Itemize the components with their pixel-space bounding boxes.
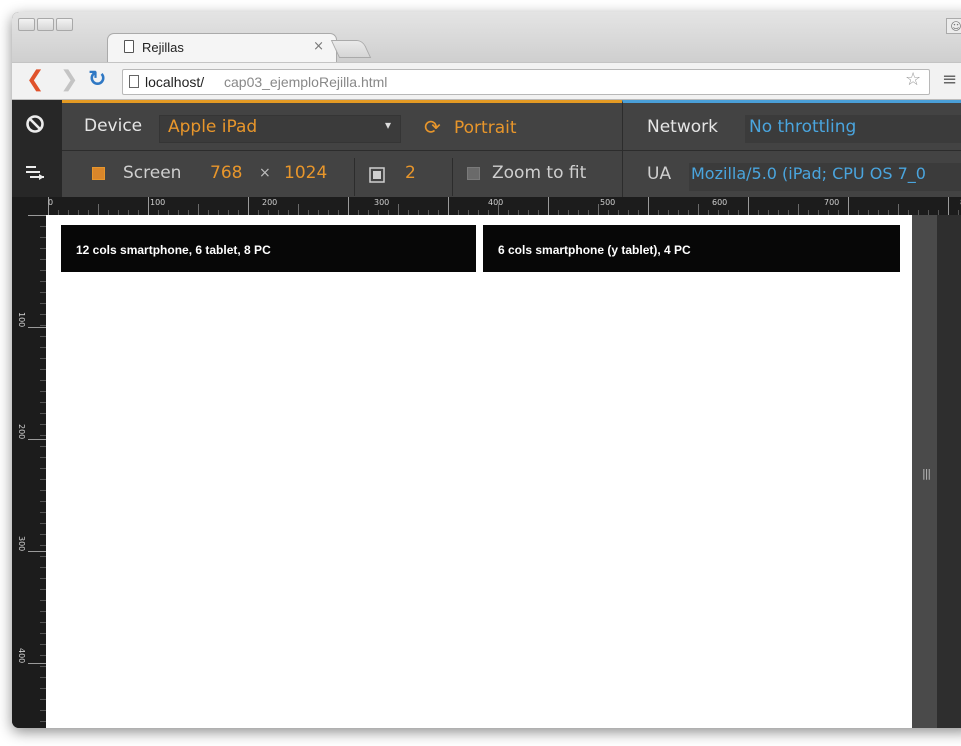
url-path: cap03_ejemploRejilla.html: [224, 74, 388, 90]
ruler-tick-label: 600: [712, 198, 728, 207]
device-select[interactable]: Apple iPad ▾: [159, 115, 401, 143]
tab-strip: Rejillas × ☺: [12, 12, 961, 62]
network-label: Network: [647, 117, 718, 137]
ruler-tick-label: 300: [374, 198, 390, 207]
screen-height-field[interactable]: 1024: [284, 163, 327, 183]
browser-window: Rejillas × ☺ ❮ ❯ ↻ localhost/ cap03_ejem…: [12, 12, 961, 728]
orientation-button[interactable]: Portrait: [454, 118, 517, 138]
disable-emulation-icon[interactable]: [25, 114, 45, 134]
network-settings-panel: Network No throttling UA Mozilla/5.0 (iP…: [622, 100, 961, 197]
ruler-tick-label: 400: [488, 198, 504, 207]
page-icon: [129, 75, 139, 88]
ruler-tick-label: 100: [150, 198, 166, 207]
zoom-to-fit-label: Zoom to fit: [492, 163, 587, 183]
separator: [354, 158, 355, 196]
screen-checkbox[interactable]: [92, 167, 105, 180]
bookmark-star-icon[interactable]: ☆: [905, 69, 921, 90]
times-symbol: ×: [259, 165, 271, 181]
ruler-tick-label: 200: [17, 424, 26, 440]
user-agent-field[interactable]: Mozilla/5.0 (iPad; CPU OS 7_0: [689, 163, 961, 191]
screen-label: Screen: [123, 163, 182, 183]
devtools-emulation-bar: Device Apple iPad ▾ ⟳ Portrait Screen 76…: [12, 100, 961, 197]
ruler-tick-label: 100: [17, 312, 26, 328]
emulation-icon-column: [12, 100, 62, 197]
maximize-window-button[interactable]: [56, 18, 73, 31]
close-window-button[interactable]: [18, 18, 35, 31]
rotate-icon[interactable]: ⟳: [424, 115, 441, 139]
grid-column-1: 12 cols smartphone, 6 tablet, 8 PC: [61, 225, 476, 272]
reload-icon[interactable]: ↻: [88, 68, 106, 92]
screen-width-field[interactable]: 768: [210, 163, 242, 183]
forward-icon[interactable]: ❯: [60, 68, 78, 92]
minimize-window-button[interactable]: [37, 18, 54, 31]
tab-close-icon[interactable]: ×: [313, 39, 324, 54]
address-bar[interactable]: localhost/ cap03_ejemploRejilla.html: [122, 69, 930, 95]
zoom-to-fit-checkbox[interactable]: [467, 167, 480, 180]
device-settings-panel: Device Apple iPad ▾ ⟳ Portrait Screen 76…: [62, 100, 622, 197]
network-throttle-value: No throttling: [749, 117, 857, 137]
ruler-tick-label: 400: [17, 648, 26, 664]
url-host: localhost/: [145, 74, 205, 90]
divider: [62, 150, 961, 151]
tab-title: Rejillas: [142, 40, 184, 55]
devtools-side-area: [937, 215, 961, 728]
network-throttle-select[interactable]: No throttling: [745, 115, 961, 143]
resize-handle-icon[interactable]: |||: [922, 467, 931, 480]
ruler-tick-label: 700: [824, 198, 840, 207]
toggle-settings-icon[interactable]: [24, 163, 46, 183]
emulated-viewport: 12 cols smartphone, 6 tablet, 8 PC 6 col…: [46, 215, 912, 728]
tab-rejillas[interactable]: Rejillas ×: [107, 33, 337, 62]
device-label: Device: [84, 116, 143, 136]
back-icon[interactable]: ❮: [26, 68, 44, 92]
device-pixel-ratio-icon: [369, 167, 385, 183]
device-value: Apple iPad: [168, 117, 258, 137]
menu-icon[interactable]: ≡: [942, 69, 957, 90]
device-pixel-ratio-field[interactable]: 2: [405, 163, 416, 183]
page-icon: [124, 40, 134, 53]
ruler-tick-label: 300: [17, 536, 26, 552]
ruler-tick-label: 500: [600, 198, 616, 207]
separator: [452, 158, 453, 196]
navigation-bar: ❮ ❯ ↻ localhost/ cap03_ejemploRejilla.ht…: [12, 62, 961, 100]
grid-column-2: 6 cols smartphone (y tablet), 4 PC: [483, 225, 900, 272]
user-icon[interactable]: ☺: [946, 18, 961, 34]
ua-label: UA: [647, 164, 672, 184]
user-agent-value: Mozilla/5.0 (iPad; CPU OS 7_0: [691, 164, 926, 183]
chevron-down-icon: ▾: [385, 118, 392, 132]
ruler-tick-label: 200: [262, 198, 278, 207]
ruler-tick-label: 0: [48, 198, 54, 207]
